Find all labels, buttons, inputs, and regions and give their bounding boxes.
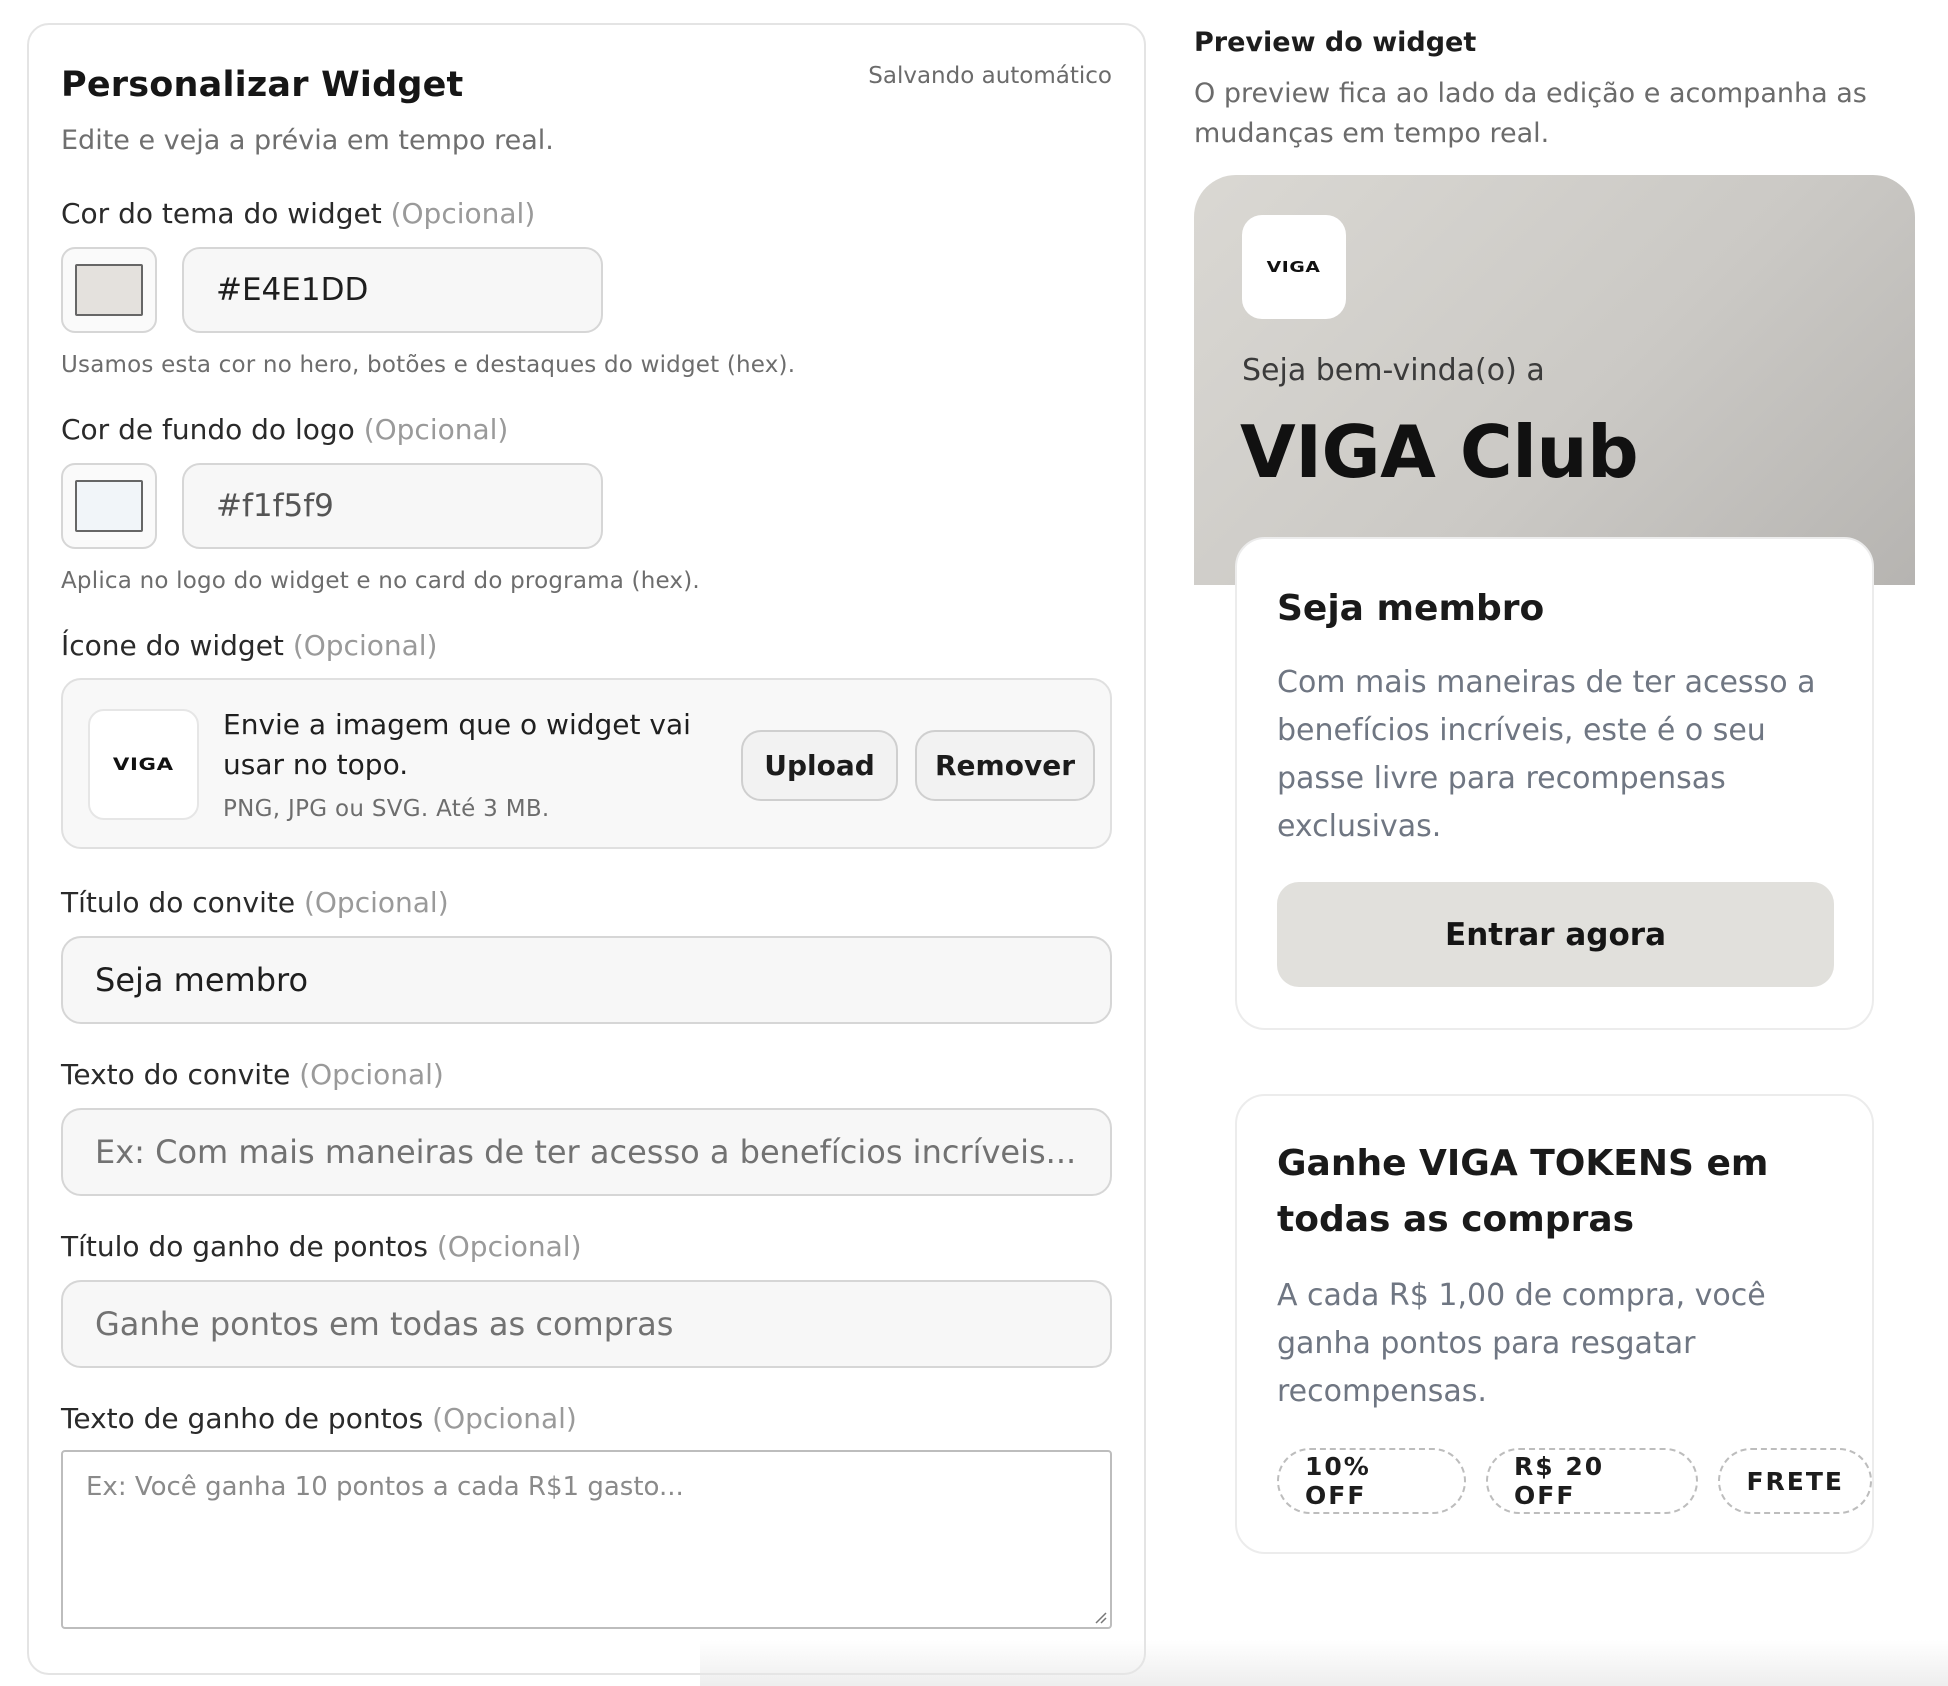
points-title-label: Título do ganho de pontos (Opcional) <box>61 1230 582 1263</box>
reward-chip: R$ 20 OFF <box>1486 1448 1699 1514</box>
invite-card-text: Com mais maneiras de ter acesso a benefí… <box>1277 665 1816 844</box>
page-title: Personalizar Widget <box>61 65 464 105</box>
reward-chips: 10% OFF R$ 20 OFF FRETE <box>1277 1448 1872 1514</box>
preview-hero: VIGA Seja bem-vinda(o) a VIGA Club <box>1194 175 1915 585</box>
theme-color-picker[interactable] <box>61 247 157 333</box>
theme-color-label: Cor do tema do widget (Opcional) <box>61 197 536 230</box>
logo-bg-color-hex-input[interactable]: #f1f5f9 <box>182 463 603 549</box>
points-card-title: Ganhe VIGA TOKENS em todas as compras <box>1277 1143 1769 1240</box>
points-text-textarea[interactable]: Ex: Você ganha 10 pontos a cada R$1 gast… <box>61 1450 1112 1629</box>
optional-tag: (Opcional) <box>299 1058 444 1091</box>
logo-bg-color-hint: Aplica no logo do widget e no card do pr… <box>61 568 700 594</box>
preview-title: Preview do widget <box>1194 27 1477 58</box>
logo-bg-color-label: Cor de fundo do logo (Opcional) <box>61 413 509 446</box>
remove-button[interactable]: Remover <box>915 730 1095 801</box>
optional-tag: (Opcional) <box>390 197 536 230</box>
invite-text-label: Texto do convite (Opcional) <box>61 1058 444 1091</box>
reward-chip: FRETE <box>1718 1448 1872 1514</box>
points-text-label: Texto de ganho de pontos (Opcional) <box>61 1402 577 1435</box>
points-card: Ganhe VIGA TOKENS em todas as compras A … <box>1235 1094 1874 1554</box>
points-card-text: A cada R$ 1,00 de compra, você ganha pon… <box>1277 1278 1766 1409</box>
widget-icon-upload-box: VIGA Envie a imagem que o widget vai usa… <box>61 678 1112 849</box>
widget-editor-panel: Personalizar Widget Salvando automático … <box>27 23 1146 1675</box>
invite-text-input[interactable]: Ex: Com mais maneiras de ter acesso a be… <box>61 1108 1112 1196</box>
upload-button[interactable]: Upload <box>741 730 898 801</box>
preview-subtitle: O preview fica ao lado da edição e acomp… <box>1194 78 1867 149</box>
invite-title-label: Título do convite (Opcional) <box>61 886 449 919</box>
upload-description: Envie a imagem que o widget vai usar no … <box>223 708 691 781</box>
invite-card-title: Seja membro <box>1277 588 1545 629</box>
page-bottom-fade <box>700 1640 1948 1686</box>
widget-icon-label: Ícone do widget (Opcional) <box>61 629 438 662</box>
resize-handle-icon[interactable] <box>1093 1610 1107 1624</box>
viga-logo: VIGA <box>113 754 174 775</box>
viga-logo: VIGA <box>1267 258 1321 276</box>
optional-tag: (Opcional) <box>432 1402 577 1435</box>
invite-card: Seja membro Com mais maneiras de ter ace… <box>1235 537 1874 1030</box>
points-text-placeholder: Ex: Você ganha 10 pontos a cada R$1 gast… <box>86 1472 684 1502</box>
logo-bg-color-picker[interactable] <box>61 463 157 549</box>
page-subtitle: Edite e veja a prévia em tempo real. <box>61 125 554 156</box>
widget-icon-thumbnail: VIGA <box>88 709 199 820</box>
invite-title-input[interactable]: Seja membro <box>61 936 1112 1024</box>
logo-bg-color-swatch <box>75 480 143 532</box>
upload-formats: PNG, JPG ou SVG. Até 3 MB. <box>223 796 550 822</box>
optional-tag: (Opcional) <box>436 1230 582 1263</box>
points-title-input[interactable]: Ganhe pontos em todas as compras <box>61 1280 1112 1368</box>
theme-color-hint: Usamos esta cor no hero, botões e destaq… <box>61 352 796 378</box>
hero-welcome-text: Seja bem-vinda(o) a <box>1242 353 1545 388</box>
optional-tag: (Opcional) <box>363 413 509 446</box>
enter-now-button[interactable]: Entrar agora <box>1277 882 1834 987</box>
autosave-status: Salvando automático <box>868 63 1112 89</box>
optional-tag: (Opcional) <box>303 886 449 919</box>
reward-chip: 10% OFF <box>1277 1448 1466 1514</box>
hero-club-name: VIGA Club <box>1240 410 1639 494</box>
theme-color-hex-input[interactable]: #E4E1DD <box>182 247 603 333</box>
hero-logo-tile: VIGA <box>1242 215 1346 319</box>
optional-tag: (Opcional) <box>292 629 438 662</box>
theme-color-swatch <box>75 264 143 316</box>
